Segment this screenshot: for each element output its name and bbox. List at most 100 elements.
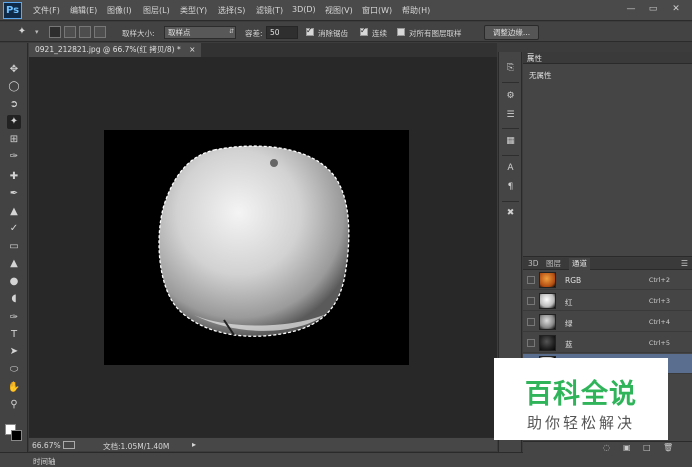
move-tool-icon[interactable]: ✥ (7, 63, 21, 77)
zoom-tool-icon[interactable]: ⚲ (7, 398, 21, 412)
new-channel-icon[interactable]: □ (643, 443, 651, 452)
swatches-panel-icon[interactable]: ⚙ (503, 89, 518, 104)
menu-help[interactable]: 帮助(H) (402, 5, 430, 16)
add-selection-icon[interactable] (64, 26, 76, 38)
properties-panel: 属性 ☰ 无属性 (523, 52, 692, 257)
channel-shortcut: Ctrl+3 (648, 297, 670, 305)
brush-tool-icon[interactable]: ✒ (7, 187, 21, 201)
eraser-tool-icon[interactable]: ▭ (7, 240, 21, 254)
channel-name: 绿 (565, 319, 573, 328)
panel-menu-icon[interactable]: ☰ (527, 52, 688, 61)
magic-wand-tool-icon[interactable]: ✦ (7, 115, 21, 129)
document-image[interactable] (104, 130, 409, 365)
preset-dropdown-icon[interactable]: ▾ (35, 28, 39, 36)
channel-row[interactable]: 蓝 Ctrl+5 (523, 333, 692, 353)
history-panel-icon[interactable]: ⎘ (503, 61, 518, 76)
pen-tool-icon[interactable]: ✑ (7, 311, 21, 325)
sample-size-select[interactable]: 取样点 (164, 26, 236, 39)
sample-size-label: 取样大小: (122, 29, 155, 38)
clone-stamp-tool-icon[interactable]: ▲ (7, 205, 21, 219)
character-panel-icon[interactable]: A (503, 161, 518, 176)
options-bar: ✦ ▾ 取样大小: 取样点 ⇵ 容差: 50 消除锯齿 连续 对所有图层取样 调… (0, 22, 692, 42)
new-selection-icon[interactable] (49, 26, 61, 38)
styles-panel-icon[interactable]: ▦ (503, 134, 518, 149)
dodge-tool-icon[interactable]: ◖ (7, 292, 21, 306)
eyedropper-tool-icon[interactable]: ✑ (7, 150, 21, 164)
menu-select[interactable]: 选择(S) (218, 5, 245, 16)
canvas-area[interactable] (29, 57, 497, 437)
document-tab[interactable]: 0921_212821.jpg @ 66.7%(红 拷贝/8) * × (29, 43, 202, 57)
hand-tool-icon[interactable]: ✋ (7, 381, 21, 395)
shape-tool-icon[interactable]: ⬭ (7, 363, 21, 377)
paint-bucket-tool-icon[interactable]: ▲ (7, 257, 21, 271)
lasso-tool-icon[interactable]: ➲ (7, 98, 21, 112)
menu-layer[interactable]: 图层(L) (143, 5, 170, 16)
marquee-tool-icon[interactable]: ◯ (7, 80, 21, 94)
menu-filter[interactable]: 滤镜(T) (256, 5, 283, 16)
tab-3d[interactable]: 3D (525, 258, 542, 270)
channel-thumbnail (539, 314, 556, 330)
zoom-level[interactable]: 66.67% (32, 441, 61, 450)
tab-layers[interactable]: 图层 (543, 258, 564, 270)
refine-edge-button[interactable]: 调整边缘... (484, 25, 539, 40)
timeline-label[interactable]: 时间轴 (33, 456, 56, 467)
channel-row[interactable]: 绿 Ctrl+4 (523, 312, 692, 332)
history-brush-tool-icon[interactable]: ✓ (7, 222, 21, 236)
properties-tab[interactable]: 属性 ☰ (523, 52, 692, 64)
channels-menu-icon[interactable]: ☰ (681, 259, 688, 268)
status-icon (63, 441, 75, 449)
path-selection-tool-icon[interactable]: ➤ (7, 345, 21, 359)
menu-file[interactable]: 文件(F) (33, 5, 60, 16)
status-bar: 66.67% 文档:1.05M/1.40M ▸ (29, 437, 497, 451)
load-selection-icon[interactable]: ◌ (603, 443, 610, 452)
crop-tool-icon[interactable]: ⊞ (7, 133, 21, 147)
document-tab-title: 0921_212821.jpg @ 66.7%(红 拷贝/8) * (35, 45, 181, 54)
menu-image[interactable]: 图像(I) (107, 5, 132, 16)
subtract-selection-icon[interactable] (79, 26, 91, 38)
channel-row[interactable]: 红 Ctrl+3 (523, 291, 692, 311)
tools-panel: ✥ ◯ ➲ ✦ ⊞ ✑ ✚ ✒ ▲ ✓ ▭ ▲ ● ◖ ✑ T ➤ ⬭ ✋ ⚲ (0, 43, 28, 453)
intersect-selection-icon[interactable] (94, 26, 106, 38)
antialias-checkbox[interactable] (306, 26, 314, 36)
visibility-toggle[interactable] (527, 318, 535, 326)
visibility-toggle[interactable] (527, 297, 535, 305)
menu-edit[interactable]: 编辑(E) (70, 5, 97, 16)
adjustments-panel-icon[interactable]: ☰ (503, 108, 518, 123)
close-document-icon[interactable]: × (189, 45, 195, 54)
minimize-button[interactable]: — (624, 3, 638, 15)
antialias-label: 消除锯齿 (318, 29, 348, 38)
background-color-swatch[interactable] (11, 430, 22, 441)
status-menu-arrow-icon[interactable]: ▸ (192, 440, 196, 449)
channel-thumbnail (539, 272, 556, 288)
visibility-toggle[interactable] (527, 339, 535, 347)
timeline-panel: 时间轴 (0, 452, 692, 467)
paragraph-panel-icon[interactable]: ¶ (503, 180, 518, 195)
tolerance-input[interactable]: 50 (266, 26, 298, 39)
tool-presets-icon[interactable]: ✖ (503, 206, 518, 221)
save-selection-icon[interactable]: ▣ (623, 443, 631, 452)
menu-window[interactable]: 窗口(W) (362, 5, 392, 16)
document-tab-bar: 0921_212821.jpg @ 66.7%(红 拷贝/8) * × (29, 43, 497, 57)
menu-3d[interactable]: 3D(D) (292, 5, 316, 14)
menu-type[interactable]: 类型(Y) (180, 5, 207, 16)
tab-channels[interactable]: 通道 (569, 258, 590, 270)
channel-thumbnail (539, 293, 556, 309)
magic-wand-preset-icon[interactable]: ✦ (15, 25, 29, 39)
document-size-info: 文档:1.05M/1.40M (103, 442, 170, 451)
channels-panel-tabs: 3D 图层 通道 ☰ (523, 258, 692, 270)
blur-tool-icon[interactable]: ● (7, 275, 21, 289)
delete-channel-icon[interactable]: 🗑 (663, 443, 673, 452)
healing-brush-tool-icon[interactable]: ✚ (7, 170, 21, 184)
contiguous-label: 连续 (372, 29, 387, 38)
restore-button[interactable]: ▭ (646, 3, 660, 15)
type-tool-icon[interactable]: T (7, 328, 21, 342)
sample-all-layers-checkbox[interactable] (397, 28, 405, 36)
channel-thumbnail (539, 335, 556, 351)
tolerance-label: 容差: (245, 29, 263, 38)
menu-view[interactable]: 视图(V) (325, 5, 353, 16)
channel-row[interactable]: RGB Ctrl+2 (523, 270, 692, 290)
menu-bar: Ps 文件(F) 编辑(E) 图像(I) 图层(L) 类型(Y) 选择(S) 滤… (0, 0, 692, 21)
visibility-toggle[interactable] (527, 276, 535, 284)
contiguous-checkbox[interactable] (360, 26, 368, 36)
close-window-button[interactable]: ✕ (669, 3, 683, 15)
